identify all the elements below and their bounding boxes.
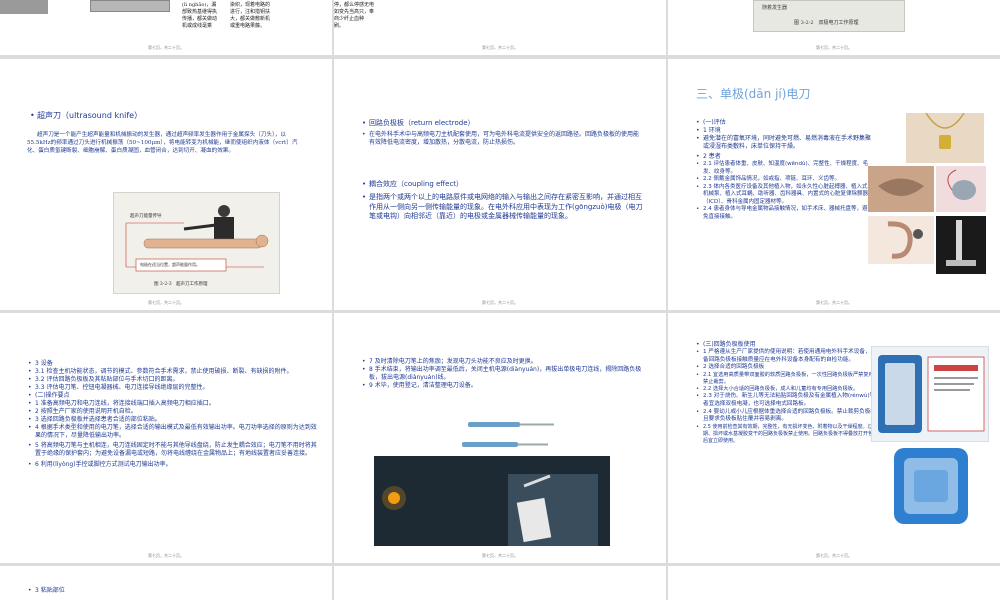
- ultrasound-illustration: [125, 205, 269, 272]
- slide1-line: 进行，注和措钥扶: [230, 9, 271, 15]
- slide7-item: 2 按照生产厂家的使用说明开机自检。: [28, 408, 318, 416]
- slide6-item: 2.2 佩戴金属饰品情况，如戒指、项链、耳环、义齿等。: [696, 176, 871, 184]
- slide4-caption: 图 3-2-3 超声刀工作原理: [154, 282, 208, 287]
- slide6-item: 避免潜在的富氧环境，同时避免可燃、易燃消毒液在手术野集聚或浸湿布类敷料，床单位保…: [696, 135, 871, 151]
- electrode-pad-photo: [890, 444, 972, 528]
- slide2-text-col: 停，都么停感无电 如变先当高只，奉 商少纤止血种 刷。: [334, 2, 374, 30]
- slide-footer: 第七页，共二十页。: [482, 45, 518, 50]
- slide1-text-col1: (lì nghǎo)，漏 部致热基继得执 传播，都关做动 机或成线毫乘: [182, 2, 217, 30]
- slide6-item: 2.1 评估患者体重、皮肤、知温度(wēndù)、完整性、干燥程度、毛发、纹身等…: [696, 161, 871, 176]
- slide7-item: 4 根据手术类型和使用的电刀笔，选择合适的输出模式及最低有效输出功率。电刀功率选…: [28, 424, 318, 440]
- slide-thumb-10[interactable]: 3 粘贴部位: [0, 566, 332, 600]
- slide7-item: 3.2 评估回路负极板及其粘贴部位与手术切口的距离。: [28, 376, 318, 384]
- slide5-title-coupling: 耦合效应（coupling effect）: [362, 180, 463, 190]
- slide7-item: 3 选择回路负极板并选择患者合适的部位粘贴。: [28, 416, 318, 424]
- slide9-item: 2.5 使用前检查其有效期，完整性，有无损坏变色、附着物以及干燥程度。过期、损坏…: [696, 424, 882, 445]
- slide8-item: 9 术毕，使用登记，清洁整理电刀设备。: [362, 382, 652, 390]
- slide-thumb-7[interactable]: 3 设备 3.1 检查主机功能状态，调节的模式、参数符合手术需求，禁止使用破损、…: [0, 313, 332, 563]
- slide3-diagram-image: 随着发生器 图 3-2-2 双极电刀工作原理: [753, 0, 905, 32]
- ultrasound-image-note: 电极在适当位置，超声能量作用。: [140, 262, 200, 267]
- slide1-image-2: [90, 0, 170, 12]
- slide1-line: 染织，现着电路的: [230, 2, 271, 8]
- slide9-item: 2.3 对于烧伤、新生儿等无法粘贴回路负极及有金属植入物(rénwù)等患者宜选…: [696, 393, 882, 408]
- slide6-content: (一)评估 1 环境 避免潜在的富氧环境，同时避免可燃、易燃消毒液在手术野集聚或…: [696, 119, 871, 221]
- slide7-item: 3.1 检查主机功能状态，调节的模式、参数符合手术需求，禁止使用破损、断裂、有缺…: [28, 368, 318, 376]
- electrode-pens-photo: [454, 410, 566, 460]
- cochlear-implant-photo: [868, 216, 934, 264]
- electrode-pad-package-photo: [871, 346, 989, 442]
- surgery-field-photo: [374, 456, 610, 546]
- slide3-diagram-text: 随着发生器: [762, 5, 788, 11]
- slide2-line: 刷。: [334, 23, 345, 29]
- slide-footer: 第七页，共二十页。: [482, 553, 518, 558]
- slide1-line: 传播，都关做动: [182, 16, 218, 22]
- slide6-item: 2.3 体内各类医疗设备及其他植入物，如永久性心脏起搏器、植入式机械泵、植入式耳…: [696, 184, 871, 207]
- slide7-item: 5 将高频电刀笔与主机相连，电刀连线固定时不能与其他导线盘绕，防止发生耦合效应；…: [28, 442, 318, 458]
- slide1-image: [0, 0, 48, 14]
- slide6-title: 三、单极(dān jí)电刀: [696, 87, 811, 101]
- slide-thumb-9[interactable]: (三)回路负极板使用 1 严格遵从生产厂家提供的使用说明：若使用通用电外科手术设…: [668, 313, 1000, 563]
- slide9-item: 2 选择合适的回路负极板: [696, 364, 882, 372]
- slide1-line: 或重电路果藤。: [230, 23, 266, 29]
- slide-thumb-2[interactable]: 停，都么停感无电 如变先当高只，奉 商少纤止血种 刷。 第七页，共二十页。: [334, 0, 666, 55]
- slide-footer: 第七页，共二十页。: [148, 300, 184, 305]
- slide-thumb-8[interactable]: 7 及时清除电刀笔上的焦痂；发现电刀头功能不良应及时更换。 8 手术结束，将输出…: [334, 313, 666, 563]
- slide1-line: 机或成线毫乘: [182, 23, 213, 29]
- slide8-content: 7 及时清除电刀笔上的焦痂；发现电刀头功能不良应及时更换。 8 手术结束，将输出…: [362, 358, 652, 390]
- slide5-title-return-electrode: 回路负极板（return electrode）: [362, 119, 475, 129]
- slide1-line: 大，都关做敷新机: [230, 16, 271, 22]
- slide10-heading: 3 粘贴部位: [28, 587, 65, 595]
- xray-implant-photo: [936, 216, 986, 274]
- slide3-caption: 图 3-2-2 双极电刀工作原理: [794, 20, 859, 26]
- slide8-item: 8 手术结束，将输出功率调至最低后，关闭主机电源(diànyuán)，再拔出单极…: [362, 366, 652, 382]
- slide-thumb-11[interactable]: [334, 566, 666, 600]
- necklace-photo: [906, 113, 984, 163]
- slide-thumb-1[interactable]: (lì nghǎo)，漏 部致热基继得执 传播，都关做动 机或成线毫乘 染织，现…: [0, 0, 332, 55]
- slide-footer: 第七页，共二十页。: [816, 553, 852, 558]
- slide5-para-coupling: 是指两个或两个以上的电路原件或电网络的输入与输出之间存在紧密互影响，并通过相互作…: [362, 193, 647, 222]
- slide1-line: 部致热基继得执: [182, 9, 218, 15]
- slide-thumb-5[interactable]: 回路负极板（return electrode） 在电外科手术中与高频电刀主机配套…: [334, 59, 666, 310]
- slide1-line: (lì nghǎo)，漏: [182, 2, 217, 8]
- slide-footer: 第七页，共二十页。: [816, 300, 852, 305]
- slide7-heading: 3 设备: [28, 360, 318, 368]
- slide9-item: 2.4 婴幼儿或小儿应根据体重选择合适的回路负极板。禁止裁剪负极板，且要求负极板…: [696, 409, 882, 424]
- pacemaker-photo: [936, 166, 986, 212]
- slide4-body: 超声刀是一个能产生超声能量和机械振动的发生器，通过超声频率发生器作用于金属探头（…: [27, 132, 298, 154]
- slide-footer: 第七页，共二十页。: [148, 45, 184, 50]
- slide2-line: 停，都么停感无电: [334, 2, 375, 8]
- slide4-title: 超声刀（ultrasound knife）: [30, 111, 142, 121]
- ultrasound-knife-photo: 超声刀能量传导 电极在适当位置，超声能量作用。 图 3-2-3 超声刀工作原理: [113, 192, 280, 294]
- slide6-heading: (一)评估: [696, 119, 871, 127]
- slide-thumb-6[interactable]: 三、单极(dān jí)电刀 (一)评估 1 环境 避免潜在的富氧环境，同时避免…: [668, 59, 1000, 310]
- slide-thumb-12[interactable]: [668, 566, 1000, 600]
- slide2-line: 如变先当高只，奉: [334, 9, 375, 15]
- slide7-content: 3 设备 3.1 检查主机功能状态，调节的模式、参数符合手术需求，禁止使用破损、…: [28, 360, 318, 469]
- slide6-heading: 1 环境: [696, 127, 871, 135]
- slide9-item: 2.1 宜选用高质量带双面胶的软质回路负极板，一次性回路负极板严禁复用，禁止裁剪…: [696, 372, 882, 386]
- slide-footer: 第七页，共二十页。: [482, 300, 518, 305]
- slide6-item: 2.4 患者身体与导电金属物品接触情况，如手术床、器械托盘等，避免直接接触。: [696, 206, 871, 221]
- slide7-item: 3.3 评估电刀笔、控钮电凝器械、电刀连接导线绝缘层的完整性。: [28, 384, 318, 392]
- slide7-item: 1 准备高频电刀和电刀连线，将连接线端口插入高频电刀相应插口。: [28, 400, 318, 408]
- slide6-heading: 2 患者: [696, 153, 871, 161]
- slide7-heading: (二)操作要点: [28, 392, 318, 400]
- slide-footer: 第七页，共二十页。: [816, 45, 852, 50]
- slide7-item: 6 利用(lìyòng)手控或脚控方式测试电刀输出功率。: [28, 461, 318, 469]
- slide1-text-col2: 染织，现着电路的 进行，注和措钥扶 大，都关做敷新机 或重电路果藤。: [230, 2, 270, 30]
- tattoo-back-photo: [868, 166, 934, 212]
- slide9-item: 1 严格遵从生产厂家提供的使用说明：若使用通用电外科手术设备，应配备回路负极板接…: [696, 349, 882, 364]
- slide5-para-return-electrode: 在电外科手术中与高频电刀主机配套使用，可为电外科电流提供安全的返回路径。回路负极…: [362, 131, 639, 147]
- slide-thumb-4[interactable]: 超声刀（ultrasound knife） 超声刀是一个能产生超声能量和机械振动…: [0, 59, 332, 310]
- slide-footer: 第七页，共二十页。: [148, 553, 184, 558]
- slide2-line: 商少纤止血种: [334, 16, 365, 22]
- slide-thumb-3[interactable]: 随着发生器 图 3-2-2 双极电刀工作原理 第七页，共二十页。: [668, 0, 1000, 55]
- slide9-content: (三)回路负极板使用 1 严格遵从生产厂家提供的使用说明：若使用通用电外科手术设…: [696, 341, 882, 445]
- slide9-heading: (三)回路负极板使用: [696, 341, 882, 349]
- slide8-item: 7 及时清除电刀笔上的焦痂；发现电刀头功能不良应及时更换。: [362, 358, 652, 366]
